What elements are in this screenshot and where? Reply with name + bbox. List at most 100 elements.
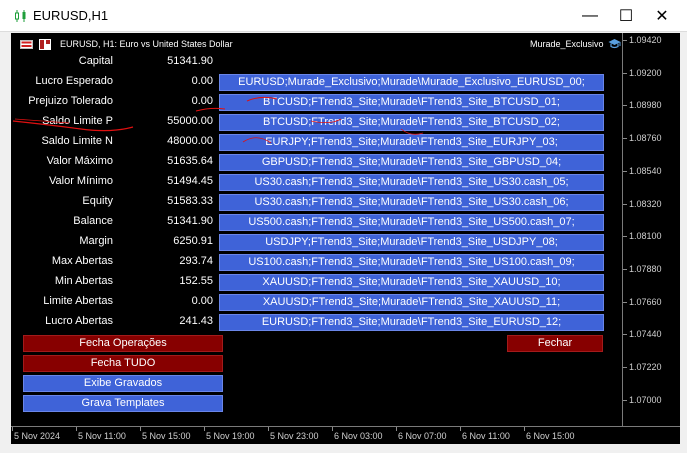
time-tick-label: 5 Nov 19:00 [206,431,255,441]
candlestick-chart-icon [15,10,26,22]
symbol-template-button[interactable]: BTCUSD;FTrend3_Site;Murade\FTrend3_Site_… [219,114,604,131]
window-titlebar: EURUSD,H1 — ☐ ✕ [0,0,687,32]
window-bottom-border [0,444,687,453]
time-tick-mark [204,427,205,431]
panel-row-value: 293.74 [179,255,213,267]
price-tick-mark [623,268,627,270]
fecha-operacoes-button[interactable]: Fecha Operações [23,335,223,352]
time-tick-mark [524,427,525,431]
time-tick-label: 6 Nov 11:00 [462,431,510,441]
price-tick-label: 1.08320 [629,198,662,209]
symbol-template-button[interactable]: XAUUSD;FTrend3_Site;Murade\FTrend3_Site_… [219,274,604,291]
panel-row-label: Limite Abertas [43,295,113,307]
panel-row-label: Min Abertas [54,275,113,287]
window-title: EURUSD,H1 [33,8,109,23]
price-tick-mark [623,301,627,303]
panel-row-value: 0.00 [191,75,213,87]
panel-row-label: Margin [79,235,113,247]
price-tick-label: 1.07440 [629,329,662,340]
panel-row-value: 0.00 [191,95,213,107]
time-tick-mark [140,427,141,431]
time-tick-mark [76,427,77,431]
panel-row-value: 51341.90 [167,215,213,227]
symbol-template-button[interactable]: EURUSD;FTrend3_Site;Murade\FTrend3_Site_… [219,314,604,331]
price-tick-label: 1.09420 [629,35,662,45]
price-tick-mark [623,105,627,107]
panel-row-label: Valor Máximo [46,155,113,167]
fecha-tudo-button[interactable]: Fecha TUDO [23,355,223,372]
time-tick-mark [268,427,269,431]
chart-area[interactable]: EURUSD, H1: Euro vs United States Dollar… [11,33,622,426]
price-tick-label: 1.08760 [629,133,662,144]
symbol-template-button[interactable]: BTCUSD;FTrend3_Site;Murade\FTrend3_Site_… [219,94,604,111]
panel-row-value: 48000.00 [167,135,213,147]
price-tick-label: 1.08540 [629,165,662,176]
panel-row-label: Lucro Esperado [35,75,113,87]
symbol-template-button[interactable]: EURUSD;Murade_Exclusivo;Murade\Murade_Ex… [219,74,604,91]
price-tick-label: 1.07000 [629,394,662,405]
symbol-template-button[interactable]: US30.cash;FTrend3_Site;Murade\FTrend3_Si… [219,194,604,211]
graduation-cap-icon[interactable] [608,38,621,50]
panel-row-label: Saldo Limite N [41,135,113,147]
panel-row-value: 6250.91 [173,235,213,247]
expert-advisor-name: Murade_Exclusivo [530,39,604,49]
price-tick-mark [623,236,627,238]
price-tick-mark [623,40,627,41]
time-tick-label: 5 Nov 11:00 [78,431,126,441]
close-button[interactable]: ✕ [642,0,682,32]
symbol-template-button[interactable]: USDJPY;FTrend3_Site;Murade\FTrend3_Site_… [219,234,604,251]
window-right-border [680,33,687,453]
price-tick-mark [623,203,627,205]
time-tick-mark [396,427,397,431]
symbol-flag-icon [39,39,51,50]
price-tick-label: 1.08980 [629,100,662,111]
panel-row-label: Valor Mínimo [49,175,113,187]
chart-window-icon [20,40,33,49]
panel-row-label: Lucro Abertas [45,315,113,327]
symbol-template-button[interactable]: US30.cash;FTrend3_Site;Murade\FTrend3_Si… [219,174,604,191]
panel-row-value: 51341.90 [167,55,213,67]
panel-row-value: 241.43 [179,315,213,327]
time-tick-mark [460,427,461,431]
price-tick-label: 1.08100 [629,231,662,242]
panel-row-value: 51635.64 [167,155,213,167]
panel-row-label: Saldo Limite P [42,115,113,127]
panel-row-label: Prejuizo Tolerado [28,95,113,107]
minimize-button[interactable]: — [570,0,610,32]
panel-row-value: 51494.45 [167,175,213,187]
exibe-gravados-button[interactable]: Exibe Gravados [23,375,223,392]
panel-row-value: 0.00 [191,295,213,307]
symbol-template-button[interactable]: XAUUSD;FTrend3_Site;Murade\FTrend3_Site_… [219,294,604,311]
price-tick-label: 1.07880 [629,263,662,274]
panel-row-label: Capital [78,55,113,67]
time-axis[interactable]: 5 Nov 2024 5 Nov 11:00 5 Nov 15:00 5 Nov 19… [11,426,680,444]
price-tick-mark [623,399,627,401]
grava-templates-button[interactable]: Grava Templates [23,395,223,412]
price-tick-label: 1.09200 [629,67,662,78]
price-tick-label: 1.07220 [629,362,662,372]
time-tick-label: 6 Nov 15:00 [526,431,575,441]
panel-row-value: 51583.33 [167,195,213,207]
price-tick-mark [623,334,627,336]
price-tick-mark [623,72,627,74]
time-tick-label: 5 Nov 23:00 [270,431,319,441]
panel-row-label: Max Abertas [51,255,113,267]
price-tick-label: 1.07660 [629,296,662,307]
price-tick-mark [623,367,627,368]
symbol-template-button[interactable]: US100.cash;FTrend3_Site;Murade\FTrend3_S… [219,254,604,271]
symbol-template-button[interactable]: GBPUSD;FTrend3_Site;Murade\FTrend3_Site_… [219,154,604,171]
panel-row-value: 152.55 [179,275,213,287]
symbol-template-button[interactable]: EURJPY;FTrend3_Site;Murade\FTrend3_Site_… [219,134,604,151]
price-tick-mark [623,170,627,172]
time-tick-mark [332,427,333,431]
price-tick-mark [623,138,627,140]
time-tick-label: 6 Nov 03:00 [334,431,383,441]
panel-row-label: Balance [73,215,113,227]
time-tick-label: 5 Nov 2024 [14,431,61,441]
panel-row-label: Equity [82,195,113,207]
maximize-button[interactable]: ☐ [606,0,646,32]
price-axis[interactable]: 1.09420 1.09200 1.08980 1.08760 1.08540 1.083… [622,33,680,426]
symbol-template-button[interactable]: US500.cash;FTrend3_Site;Murade\FTrend3_S… [219,214,604,231]
time-tick-mark [12,427,13,431]
fechar-button[interactable]: Fechar [507,335,603,352]
